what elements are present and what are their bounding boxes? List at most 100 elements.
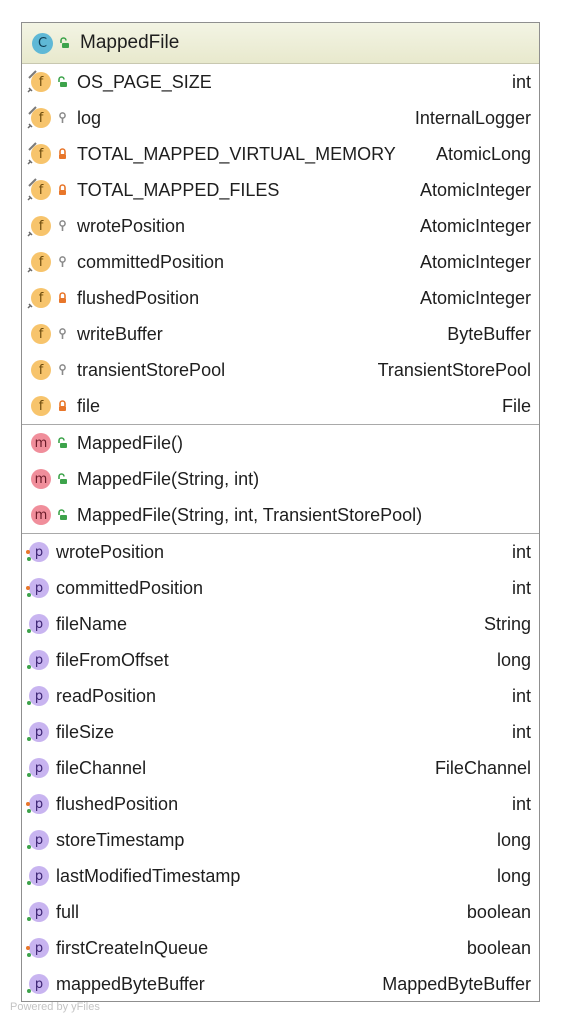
field-name: log xyxy=(77,107,102,128)
property-name: committedPosition xyxy=(56,577,204,598)
property-icon: p xyxy=(26,794,49,814)
property-row[interactable]: p storeTimestamp long xyxy=(22,822,539,858)
field-name: TOTAL_MAPPED_FILES xyxy=(77,179,280,200)
property-icon: p xyxy=(27,866,49,886)
field-row[interactable]: f TOTAL_MAPPED_VIRTUAL_MEMORY AtomicLong xyxy=(22,136,539,172)
static-marker-icon xyxy=(28,178,37,187)
getter-marker-icon xyxy=(27,557,31,561)
field-type: InternalLogger xyxy=(414,107,531,128)
property-row[interactable]: p fileName String xyxy=(22,606,539,642)
public-visibility-icon xyxy=(57,509,68,521)
field-name: file xyxy=(77,395,101,416)
package-visibility-icon xyxy=(57,256,68,268)
field-name: OS_PAGE_SIZE xyxy=(77,71,212,92)
field-row[interactable]: f committedPosition AtomicInteger xyxy=(22,244,539,280)
class-header[interactable]: C MappedFile xyxy=(22,23,539,64)
methods-section: m MappedFile() m MappedFile(String, int) m Ma… xyxy=(22,425,539,534)
field-row[interactable]: f transientStorePool TransientStorePool xyxy=(22,352,539,388)
property-row[interactable]: p fileChannel FileChannel xyxy=(22,750,539,786)
property-name: fileSize xyxy=(56,721,115,742)
field-type: ByteBuffer xyxy=(447,323,531,344)
property-type: FileChannel xyxy=(434,757,531,778)
getter-marker-icon xyxy=(27,917,31,921)
method-row[interactable]: m MappedFile() xyxy=(22,425,539,461)
method-row[interactable]: m MappedFile(String, int, TransientStoreP… xyxy=(22,497,539,533)
package-visibility-icon xyxy=(57,328,68,340)
field-row[interactable]: f TOTAL_MAPPED_FILES AtomicInteger xyxy=(22,172,539,208)
field-icon: f xyxy=(27,142,51,165)
property-row[interactable]: p lastModifiedTimestamp long xyxy=(22,858,539,894)
property-icon: p xyxy=(26,578,49,598)
property-icon: p xyxy=(26,542,49,562)
property-name: fileName xyxy=(56,613,128,634)
field-icon: f xyxy=(27,216,51,237)
field-row[interactable]: f flushedPosition AtomicInteger xyxy=(22,280,539,316)
getter-marker-icon xyxy=(27,845,31,849)
property-icon: p xyxy=(27,830,49,850)
property-row[interactable]: p readPosition int xyxy=(22,678,539,714)
field-row[interactable]: f wrotePosition AtomicInteger xyxy=(22,208,539,244)
package-visibility-icon xyxy=(57,220,68,232)
property-row[interactable]: p fileFromOffset long xyxy=(22,642,539,678)
public-visibility-icon xyxy=(57,76,68,88)
method-icon: m xyxy=(31,433,51,453)
field-name: writeBuffer xyxy=(77,323,163,344)
private-visibility-icon xyxy=(57,184,68,196)
field-type: AtomicInteger xyxy=(419,215,531,236)
public-visibility-icon xyxy=(57,473,68,485)
property-type: long xyxy=(496,865,531,886)
method-row[interactable]: m MappedFile(String, int) xyxy=(22,461,539,497)
final-marker-icon xyxy=(27,119,37,129)
field-type: AtomicInteger xyxy=(419,251,531,272)
property-row[interactable]: p fileSize int xyxy=(22,714,539,750)
getter-marker-icon xyxy=(27,737,31,741)
private-visibility-icon xyxy=(57,400,68,412)
property-icon: p xyxy=(27,686,49,706)
field-icon: f xyxy=(27,288,51,309)
final-marker-icon xyxy=(27,191,37,201)
property-type: int xyxy=(511,541,531,562)
properties-section: p wrotePosition int p committedPosition int p f… xyxy=(22,534,539,1002)
property-type: long xyxy=(496,649,531,670)
field-icon: f xyxy=(27,252,51,273)
method-signature: MappedFile(String, int, TransientStorePo… xyxy=(77,504,423,525)
property-icon: p xyxy=(27,758,49,778)
field-name: wrotePosition xyxy=(77,215,186,236)
property-row[interactable]: p flushedPosition int xyxy=(22,786,539,822)
field-name: transientStorePool xyxy=(77,359,226,380)
field-icon: f xyxy=(31,324,51,344)
field-name: flushedPosition xyxy=(77,287,200,308)
property-row[interactable]: p mappedByteBuffer MappedByteBuffer xyxy=(22,966,539,1002)
property-row[interactable]: p wrotePosition int xyxy=(22,534,539,570)
property-row[interactable]: p committedPosition int xyxy=(22,570,539,606)
field-type: AtomicInteger xyxy=(419,179,531,200)
getter-marker-icon xyxy=(27,665,31,669)
final-marker-icon xyxy=(27,263,37,273)
private-visibility-icon xyxy=(57,148,68,160)
field-icon: f xyxy=(27,178,51,201)
property-row[interactable]: p firstCreateInQueue boolean xyxy=(22,930,539,966)
field-name: committedPosition xyxy=(77,251,225,272)
field-row[interactable]: f file File xyxy=(22,388,539,424)
static-marker-icon xyxy=(28,106,37,115)
field-icon: f xyxy=(27,70,51,93)
method-signature: MappedFile(String, int) xyxy=(77,468,260,489)
setter-marker-icon xyxy=(26,586,30,590)
property-name: lastModifiedTimestamp xyxy=(56,865,241,886)
property-type: int xyxy=(511,685,531,706)
setter-marker-icon xyxy=(26,550,30,554)
property-icon: p xyxy=(27,650,49,670)
field-type: int xyxy=(511,71,531,92)
property-row[interactable]: p full boolean xyxy=(22,894,539,930)
field-row[interactable]: f writeBuffer ByteBuffer xyxy=(22,316,539,352)
static-marker-icon xyxy=(28,142,37,151)
getter-marker-icon xyxy=(27,629,31,633)
field-type: File xyxy=(501,395,531,416)
method-icon: m xyxy=(31,469,51,489)
method-signature: MappedFile() xyxy=(77,432,184,453)
field-type: TransientStorePool xyxy=(377,359,531,380)
field-name: TOTAL_MAPPED_VIRTUAL_MEMORY xyxy=(77,143,396,164)
field-row[interactable]: f OS_PAGE_SIZE int xyxy=(22,64,539,100)
property-icon: p xyxy=(27,722,49,742)
field-row[interactable]: f log InternalLogger xyxy=(22,100,539,136)
